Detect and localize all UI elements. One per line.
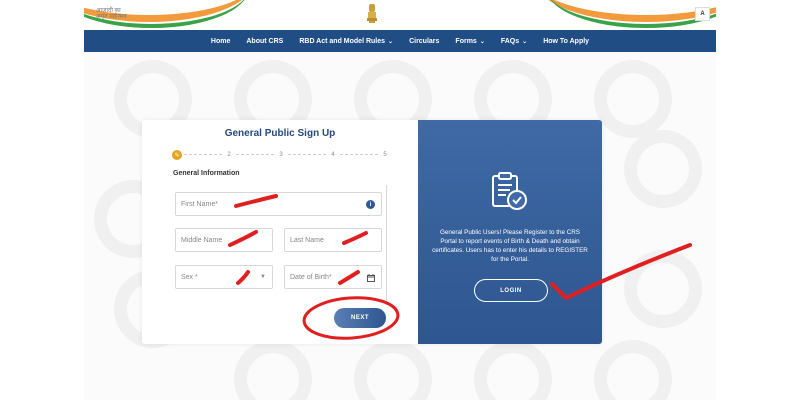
caret-down-icon: ▼: [260, 274, 266, 280]
last-name-input[interactable]: Last Name: [284, 228, 382, 252]
step-5: 5: [380, 150, 390, 160]
step-progress: ✎ 2 3 4 5: [172, 150, 390, 160]
step-connector: [236, 154, 274, 155]
clipboard-check-icon: [492, 172, 527, 210]
step-connector: [340, 154, 378, 155]
section-label: General Information: [173, 170, 240, 177]
form-scrollbar[interactable]: [386, 185, 387, 302]
nav-item-about-crs[interactable]: About CRS: [246, 38, 283, 45]
nav-item-home[interactable]: Home: [211, 38, 230, 45]
nav-label: How To Apply: [543, 37, 590, 45]
background-pattern: [474, 340, 552, 400]
site-header: आज़ादी का अमृत महोत्सव A: [84, 0, 716, 30]
nav-label: Forms: [455, 37, 477, 45]
nav-label: RBD Act and Model Rules: [299, 37, 386, 45]
step-connector: [184, 154, 222, 155]
nav-label: Home: [210, 37, 231, 45]
page-area: आज़ादी का अमृत महोत्सव A Home About CRS …: [84, 0, 716, 400]
national-emblem-icon: [367, 4, 377, 23]
next-button[interactable]: NEXT: [334, 308, 386, 328]
background-pattern: [354, 340, 432, 400]
tricolor-wave: [546, 0, 716, 28]
nav-item-forms[interactable]: Forms ⌄: [455, 38, 484, 45]
chevron-down-icon: ⌄: [479, 38, 485, 45]
main-navbar: Home About CRS RBD Act and Model Rules ⌄ …: [84, 30, 716, 52]
info-text: General Public Users! Please Register to…: [432, 229, 588, 263]
nav-label: About CRS: [246, 37, 284, 45]
step-connector: [288, 154, 326, 155]
login-button[interactable]: LOGIN: [474, 279, 548, 302]
form-title: General Public Sign Up: [224, 128, 336, 139]
nav-item-rbd-act[interactable]: RBD Act and Model Rules ⌄: [299, 38, 393, 45]
first-name-input[interactable]: First Name* i: [175, 192, 382, 216]
background-pattern: [594, 60, 672, 138]
chevron-down-icon: ⌄: [522, 38, 528, 45]
signup-form: General Public Sign Up ✎ 2 3 4 5 General…: [142, 120, 418, 344]
nav-label: Circulars: [409, 37, 440, 45]
sex-select[interactable]: Sex * ▼: [175, 265, 273, 289]
info-icon[interactable]: i: [366, 200, 375, 209]
step-1-pencil-icon: ✎: [172, 150, 182, 160]
font-size-button[interactable]: A: [695, 7, 710, 21]
calendar-icon[interactable]: [367, 274, 375, 282]
background-pattern: [624, 250, 702, 328]
background-pattern: [624, 130, 702, 208]
chevron-down-icon: ⌄: [388, 38, 394, 45]
date-of-birth-input[interactable]: Date of Birth*: [284, 265, 382, 289]
background-pattern: [594, 340, 672, 400]
middle-name-input[interactable]: Middle Name: [175, 228, 273, 252]
nav-item-faqs[interactable]: FAQs ⌄: [501, 38, 527, 45]
info-panel: General Public Users! Please Register to…: [418, 120, 602, 344]
field-placeholder: Middle Name: [181, 236, 223, 244]
nav-label: FAQs: [500, 37, 520, 45]
field-placeholder: Sex *: [181, 273, 198, 281]
azadi-logo[interactable]: आज़ादी का अमृत महोत्सव: [96, 8, 132, 20]
step-2: 2: [224, 150, 234, 160]
step-4: 4: [328, 150, 338, 160]
field-placeholder: Date of Birth*: [290, 273, 332, 281]
nav-item-how-to-apply[interactable]: How To Apply: [543, 38, 589, 45]
background-pattern: [234, 340, 312, 400]
nav-item-circulars[interactable]: Circulars: [409, 38, 439, 45]
field-placeholder: First Name*: [181, 200, 218, 208]
signup-card: General Public Sign Up ✎ 2 3 4 5 General…: [142, 120, 602, 344]
step-3: 3: [276, 150, 286, 160]
field-placeholder: Last Name: [290, 236, 324, 244]
